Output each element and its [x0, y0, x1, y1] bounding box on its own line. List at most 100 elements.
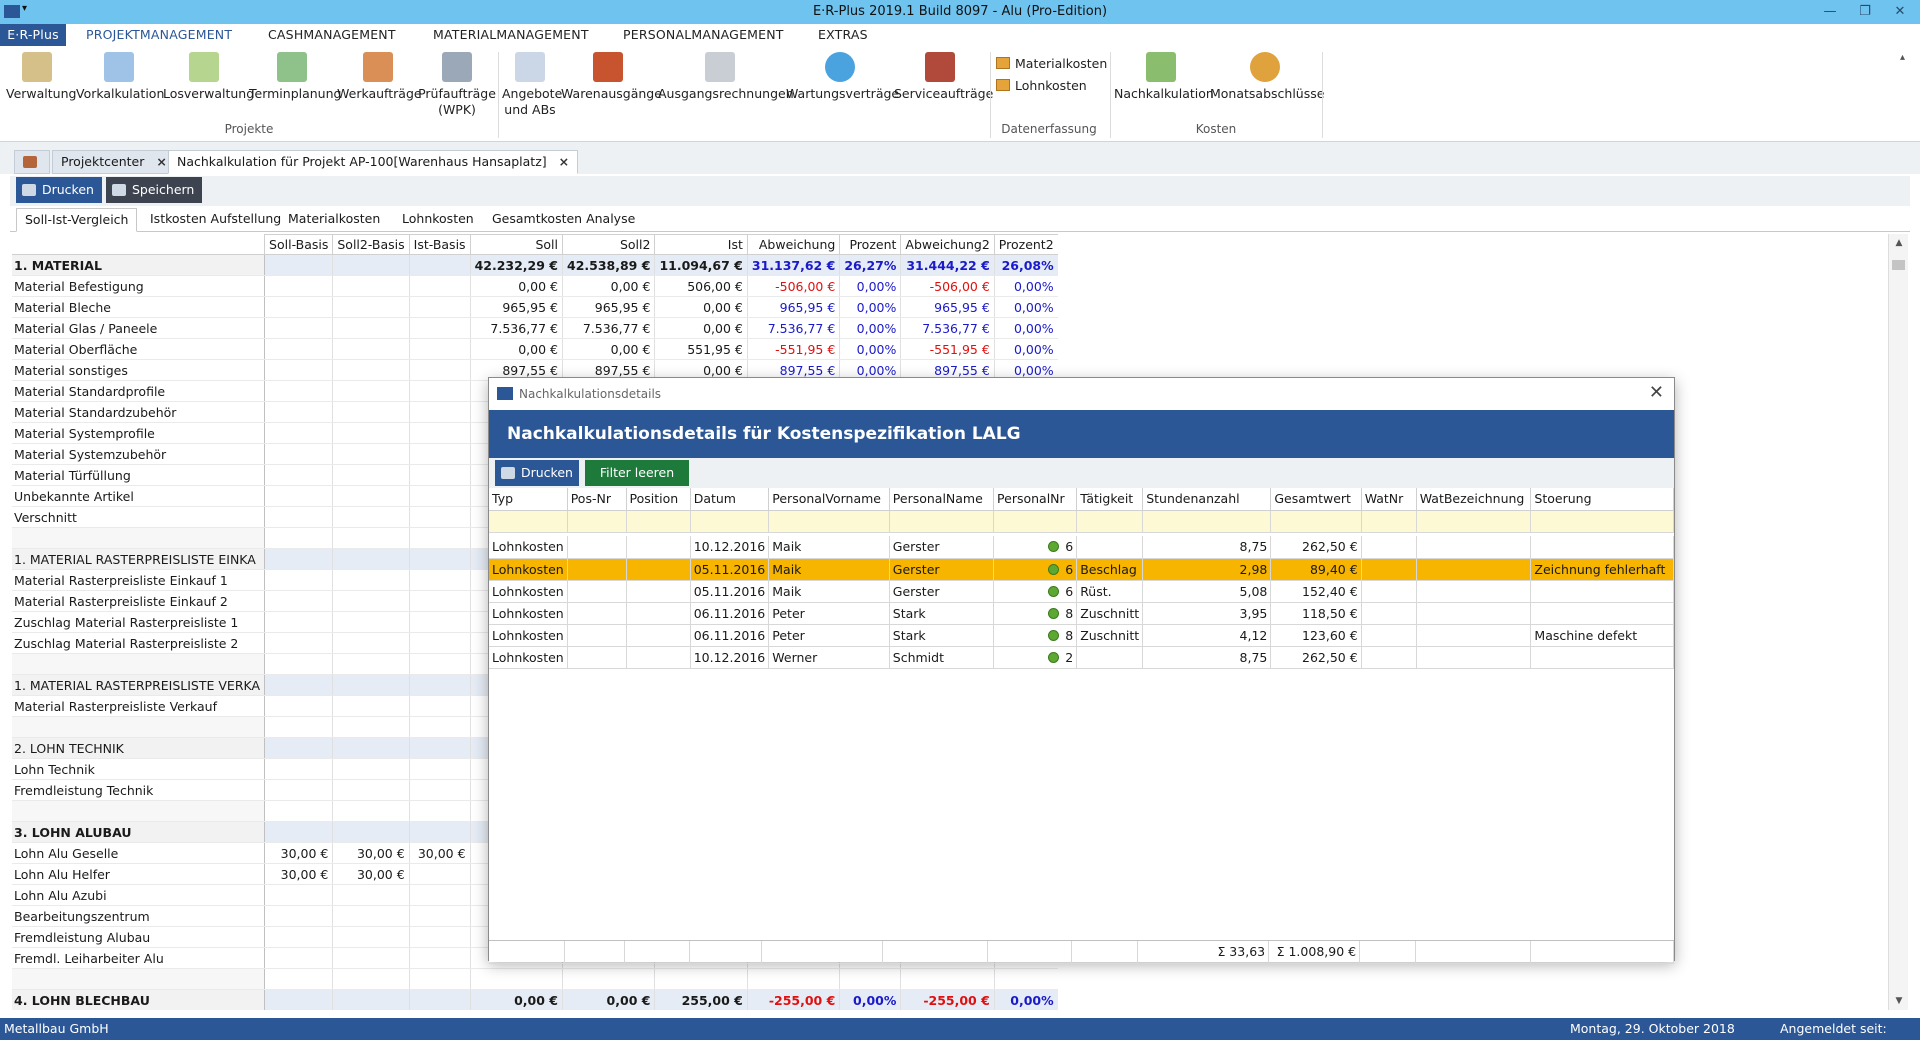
table-row[interactable]: Material Bleche 965,95 €965,95 €0,00 €965…: [12, 296, 1058, 318]
info-icon[interactable]: [1048, 651, 1060, 663]
column-header[interactable]: Soll-Basis: [264, 234, 334, 255]
table-row[interactable]: [12, 968, 1058, 990]
home-tab[interactable]: [14, 150, 50, 174]
dialog-column-header[interactable]: PersonalNr: [993, 488, 1078, 511]
losverwaltung-button[interactable]: Losverwaltung: [163, 52, 254, 102]
dialog-column-header[interactable]: WatBezeichnung: [1416, 488, 1532, 511]
dialog-column-header[interactable]: Stundenanzahl: [1142, 488, 1272, 511]
column-header[interactable]: Abweichung2: [900, 234, 995, 255]
close-button[interactable]: ✕: [1885, 2, 1915, 22]
dialog-column-header[interactable]: Tätigkeit: [1076, 488, 1144, 511]
dialog-column-header[interactable]: Typ: [489, 488, 568, 511]
vorkalkulation-button[interactable]: Vorkalkulation: [76, 52, 164, 102]
column-header[interactable]: Abweichung: [746, 234, 841, 255]
info-icon[interactable]: [1048, 607, 1060, 619]
column-header[interactable]: Soll2-Basis: [332, 234, 410, 255]
column-header[interactable]: Soll: [469, 234, 564, 255]
vertical-scrollbar[interactable]: ▲ ▼: [1888, 234, 1908, 1010]
filter-cell[interactable]: [993, 510, 1078, 533]
tab-projektcenter[interactable]: Projektcenter ×: [52, 150, 176, 174]
dialog-column-header[interactable]: WatNr: [1361, 488, 1417, 511]
dialog-column-header[interactable]: Gesamtwert: [1270, 488, 1362, 511]
column-header[interactable]: Prozent: [839, 234, 902, 255]
tab-istkosten-aufstellung[interactable]: Istkosten Aufstellung: [142, 208, 289, 232]
dialog-column-header[interactable]: Position: [626, 488, 691, 511]
serviceauftraege-button[interactable]: Serviceaufträge: [894, 52, 993, 102]
filter-row[interactable]: [489, 510, 1674, 533]
section-row[interactable]: 1. MATERIAL 42.232,29 €42.538,89 €11.094,…: [12, 254, 1058, 276]
dialog-column-header[interactable]: Datum: [690, 488, 770, 511]
column-header[interactable]: Soll2: [561, 234, 656, 255]
info-icon[interactable]: [1048, 585, 1060, 597]
monatsabschluesse-button[interactable]: Monatsabschlüsse: [1210, 52, 1324, 102]
dialog-table-row[interactable]: Lohnkosten 10.12.2016 Maik Gerster 6 8,75 262,…: [489, 536, 1674, 559]
tab-nachkalkulation[interactable]: Nachkalkulation für Projekt AP-100[Waren…: [168, 150, 579, 174]
wartungsvertraege-button[interactable]: Wartungsverträge: [786, 52, 899, 102]
column-header[interactable]: Prozent2: [993, 234, 1058, 255]
maximize-button[interactable]: ❐: [1850, 2, 1880, 22]
dialog-column-header[interactable]: PersonalVorname: [768, 488, 890, 511]
info-icon[interactable]: [1048, 541, 1060, 553]
nachkalkulation-button[interactable]: Nachkalkulation: [1114, 52, 1214, 102]
dialog-table-row[interactable]: Lohnkosten 05.11.2016 Maik Gerster 6 Rüst. 5,0…: [489, 580, 1674, 603]
dialog-table-row[interactable]: Lohnkosten 05.11.2016 Maik Gerster 6 Beschlag…: [489, 558, 1674, 581]
scroll-thumb[interactable]: [1892, 260, 1905, 270]
filter-cell[interactable]: [1270, 510, 1362, 533]
filter-cell[interactable]: [567, 510, 627, 533]
filter-cell[interactable]: [889, 510, 995, 533]
tab-materialmanagement[interactable]: MATERIALMANAGEMENT: [433, 27, 589, 42]
table-row[interactable]: Material Befestigung 0,00 €0,00 €506,00 €…: [12, 275, 1058, 297]
tab-soll-ist-vergleich[interactable]: Soll-Ist-Vergleich: [16, 208, 138, 232]
dialog-drucken-button[interactable]: Drucken: [495, 460, 579, 486]
table-row[interactable]: Material Glas / Paneele 7.536,77 €7.536,7…: [12, 317, 1058, 339]
info-icon[interactable]: [1048, 629, 1060, 641]
tab-personalmanagement[interactable]: PERSONALMANAGEMENT: [623, 27, 784, 42]
minimize-button[interactable]: —: [1815, 2, 1845, 22]
verwaltung-button[interactable]: Verwaltung: [6, 52, 76, 102]
close-tab-icon[interactable]: ×: [559, 154, 569, 169]
tab-materialkosten[interactable]: Materialkosten: [280, 208, 388, 232]
filter-leeren-button[interactable]: Filter leeren: [585, 460, 689, 486]
column-header[interactable]: Ist-Basis: [408, 234, 471, 255]
collapse-ribbon-icon[interactable]: ▴: [1900, 52, 1905, 63]
speichern-button[interactable]: Speichern: [106, 177, 203, 203]
dialog-table-row[interactable]: Lohnkosten 10.12.2016 Werner Schmidt 2 8,75 26…: [489, 646, 1674, 669]
dialog-column-header[interactable]: Pos-Nr: [567, 488, 627, 511]
filter-cell[interactable]: [768, 510, 890, 533]
lohnkosten-button[interactable]: Lohnkosten: [996, 78, 1087, 93]
warenausgaenge-button[interactable]: Warenausgänge: [561, 52, 662, 102]
dialog-table-row[interactable]: Lohnkosten 06.11.2016 Peter Stark 8 Zuschnitt…: [489, 602, 1674, 625]
filter-cell[interactable]: [489, 510, 568, 533]
ausgangsrechnungen-button[interactable]: Ausgangsrechnungen: [658, 52, 794, 102]
section-row[interactable]: 4. LOHN BLECHBAU 0,00 €0,00 €255,00 € -255…: [12, 989, 1058, 1010]
filter-cell[interactable]: [1142, 510, 1272, 533]
filter-cell[interactable]: [690, 510, 770, 533]
werkauftraege-button[interactable]: Werkaufträge: [337, 52, 422, 102]
dialog-column-header[interactable]: PersonalName: [889, 488, 995, 511]
filter-cell[interactable]: [1076, 510, 1144, 533]
tab-projektmanagement[interactable]: PROJEKTMANAGEMENT: [86, 27, 232, 42]
table-row[interactable]: Material Oberfläche 0,00 €0,00 €551,95 € -…: [12, 338, 1058, 360]
tab-lohnkosten[interactable]: Lohnkosten: [394, 208, 482, 232]
scroll-up-icon[interactable]: ▲: [1889, 234, 1909, 252]
filter-cell[interactable]: [1416, 510, 1532, 533]
dialog-close-button[interactable]: ✕: [1649, 382, 1664, 403]
scroll-down-icon[interactable]: ▼: [1889, 992, 1909, 1010]
tab-gesamtkosten-analyse[interactable]: Gesamtkosten Analyse: [484, 208, 643, 232]
terminplanung-button[interactable]: Terminplanung: [249, 52, 341, 102]
pruefauftraege-button[interactable]: Prüfaufträge (WPK): [418, 52, 496, 118]
close-tab-icon[interactable]: ×: [156, 154, 166, 169]
filter-cell[interactable]: [626, 510, 691, 533]
column-header[interactable]: Ist: [654, 234, 748, 255]
filter-cell[interactable]: [1530, 510, 1674, 533]
filter-cell[interactable]: [1361, 510, 1417, 533]
tab-cashmanagement[interactable]: CASHMANAGEMENT: [268, 27, 396, 42]
dialog-column-header[interactable]: Stoerung: [1530, 488, 1674, 511]
tab-extras[interactable]: EXTRAS: [818, 27, 868, 42]
angebote-button[interactable]: Angebote und ABs: [502, 52, 562, 118]
dialog-table-row[interactable]: Lohnkosten 06.11.2016 Peter Stark 8 Zuschnitt…: [489, 624, 1674, 647]
materialkosten-button[interactable]: Materialkosten: [996, 56, 1107, 71]
tab-erplus[interactable]: E·R-Plus: [0, 24, 66, 46]
info-icon[interactable]: [1048, 563, 1060, 575]
drucken-button[interactable]: Drucken: [16, 177, 102, 203]
